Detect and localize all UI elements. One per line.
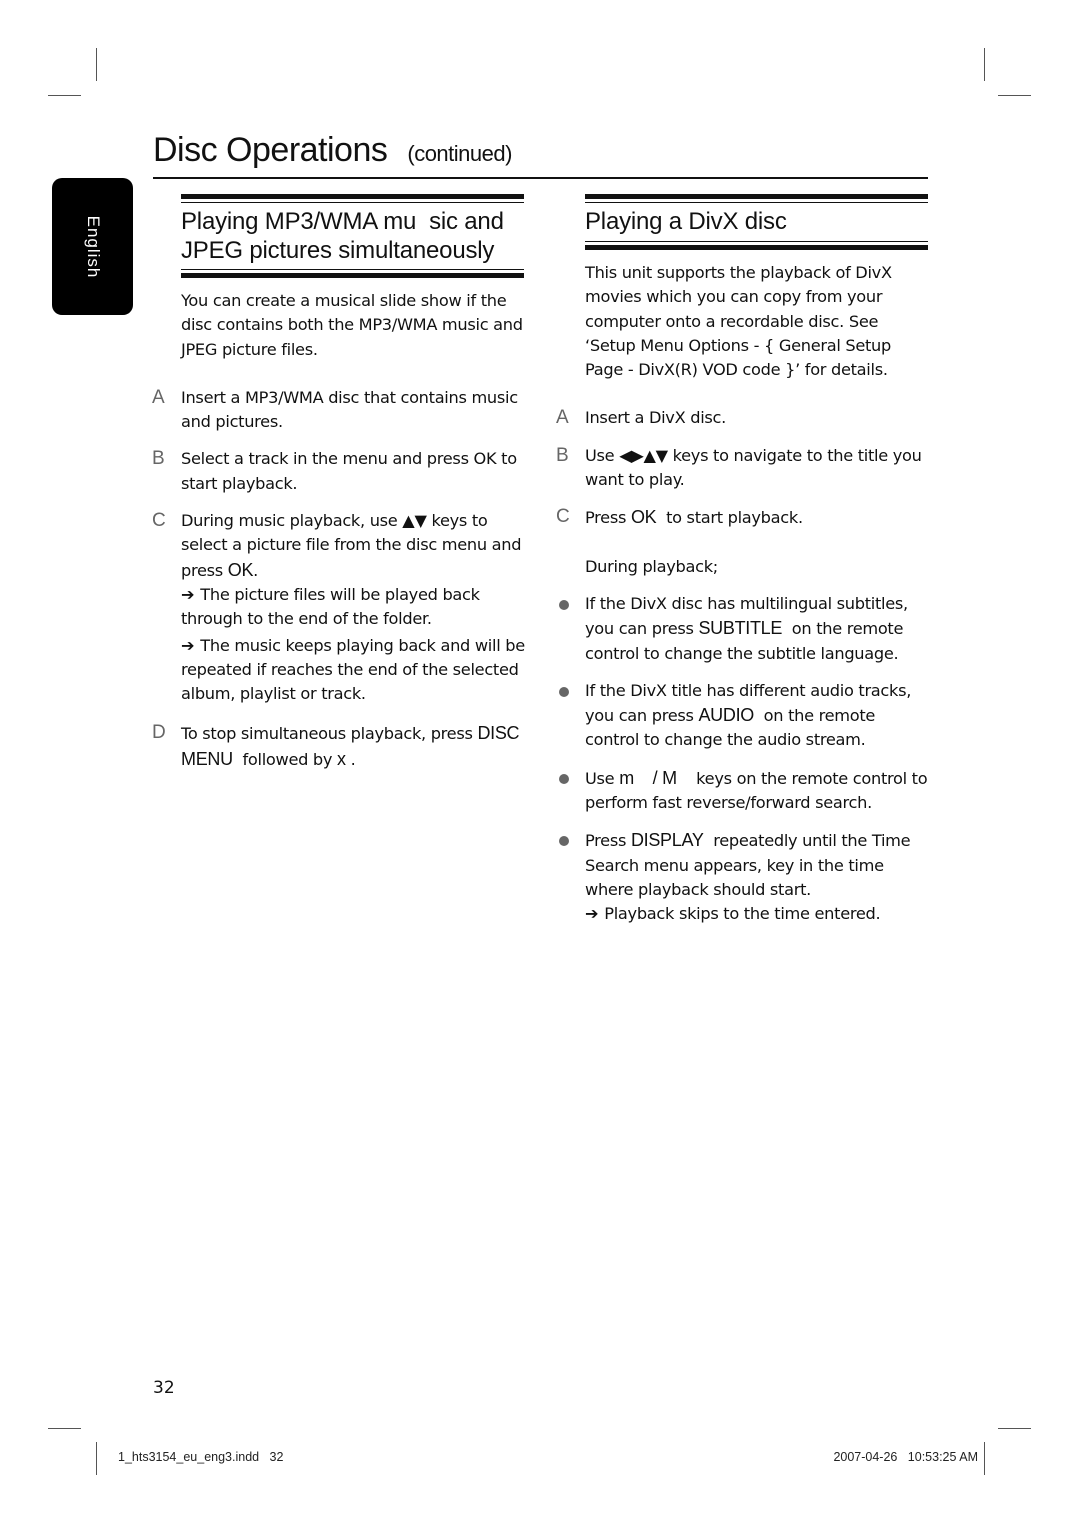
step-item: B Select a track in the menu and press O… (152, 447, 531, 496)
bullet-item: If the DivX disc has multilingual subtit… (559, 592, 930, 666)
page-title-continued: (continued) (407, 141, 512, 166)
bullet-item: If the DivX title has different audio tr… (559, 679, 930, 753)
result-arrow-icon: ➔ (585, 904, 599, 924)
step-item: C During music playback, use ▲▼ keys to … (152, 509, 531, 707)
result-arrow-icon: ➔ (181, 635, 195, 655)
left-column: You can create a musical slide show if t… (152, 289, 531, 772)
step-text: To stop simultaneous playback, press (181, 724, 478, 744)
step-text: Insert a MP3/WMA disc that contains musi… (181, 387, 518, 432)
result-text: Playback skips to the time entered. (604, 904, 881, 924)
step-letter: D (152, 722, 166, 744)
step-text: . (253, 560, 259, 580)
section-rule (181, 202, 524, 203)
result-item: ➔ The picture files will be played back t… (181, 583, 531, 632)
step-item: C Press OK to start playback. (556, 505, 930, 530)
crop-mark (48, 95, 81, 96)
left-intro: You can create a musical slide show if t… (181, 291, 523, 359)
key-display: DISPLAY (630, 830, 704, 851)
result-item: ➔ The music keeps playing back and will b… (181, 634, 531, 707)
step-text: Use (585, 445, 620, 465)
left-section-title-line2: JPEG pictures simultaneously (181, 237, 495, 264)
key-ok: OK (630, 507, 657, 528)
key-subtitle: SUBTITLE (698, 618, 783, 639)
left-section-title: Playing MP3/WMA mu sic and JPEG pictures… (181, 207, 504, 265)
footer-timestamp: 2007-04-26 10:53:25 AM (833, 1450, 978, 1464)
language-tab: English (52, 178, 133, 315)
section-rule (181, 269, 524, 270)
crop-mark (48, 1428, 81, 1429)
arrow-keys-icon: ▲▼ (402, 511, 427, 531)
during-playback-label: During playback; (585, 556, 718, 576)
step-letter: A (152, 386, 165, 408)
page-number: 32 (153, 1378, 175, 1398)
crop-mark (984, 1442, 985, 1475)
title-rule (153, 177, 928, 179)
step-letter: A (556, 407, 569, 429)
step-text: Insert a DivX disc. (585, 408, 726, 428)
step-letter: C (556, 506, 570, 528)
page-title-text: Disc Operations (153, 131, 388, 169)
bullet-item: Press DISPLAY repeatedly until the Time … (559, 828, 930, 926)
footer-filename: 1_hts3154_eu_eng3.indd 32 (118, 1450, 284, 1464)
page-title: Disc Operations (continued) (153, 131, 512, 170)
crop-mark (96, 48, 97, 81)
step-letter: C (152, 510, 166, 532)
bullet-text: Press (585, 831, 631, 851)
bullet-icon (559, 599, 569, 610)
bullet-text: Use (585, 768, 620, 788)
step-text: . (345, 749, 356, 769)
crop-mark (998, 95, 1031, 96)
key-stop: x (337, 748, 346, 769)
crop-mark (984, 48, 985, 81)
result-text: The music keeps playing back and will be… (181, 635, 525, 704)
key-ok: OK (227, 559, 254, 580)
step-text: to start playback. (656, 508, 803, 528)
bullet-icon (559, 773, 569, 784)
step-letter: B (556, 444, 569, 466)
section-rule (585, 245, 928, 250)
step-item: A Insert a DivX disc. (556, 406, 930, 430)
step-letter: B (152, 448, 165, 470)
result-item: ➔ Playback skips to the time entered. (585, 902, 930, 926)
bullet-icon (559, 686, 569, 697)
right-section-title: Playing a DivX disc (585, 208, 787, 235)
right-column: This unit supports the playback of DivX … (556, 261, 930, 927)
language-tab-label: English (83, 215, 103, 278)
crop-mark (998, 1428, 1031, 1429)
result-text: The picture files will be played back th… (181, 584, 480, 629)
key-search: m / M (619, 767, 677, 788)
arrow-keys-icon: ◀▶▲▼ (619, 445, 668, 465)
step-item: A Insert a MP3/WMA disc that contains mu… (152, 386, 531, 435)
section-rule (181, 273, 524, 278)
step-text: During music playback, use (181, 511, 403, 531)
step-text: Select a track in the menu and press OK … (181, 449, 517, 493)
section-rule (585, 194, 928, 199)
result-arrow-icon: ➔ (181, 584, 195, 604)
crop-mark (96, 1442, 97, 1475)
step-text: followed by (232, 749, 338, 769)
key-audio: AUDIO (698, 705, 754, 726)
section-rule (181, 194, 524, 199)
section-rule (585, 241, 928, 242)
step-item: D To stop simultaneous playback, press D… (152, 721, 531, 772)
section-rule (585, 202, 928, 203)
bullet-icon (559, 836, 569, 847)
right-intro: This unit supports the playback of DivX … (585, 263, 892, 380)
left-section-title-line1: Playing MP3/WMA mu sic and (181, 208, 504, 235)
step-text: Press (585, 508, 631, 528)
bullet-item: Use m / M keys on the remote control to … (559, 766, 930, 816)
step-item: B Use ◀▶▲▼ keys to navigate to the title… (556, 444, 930, 493)
